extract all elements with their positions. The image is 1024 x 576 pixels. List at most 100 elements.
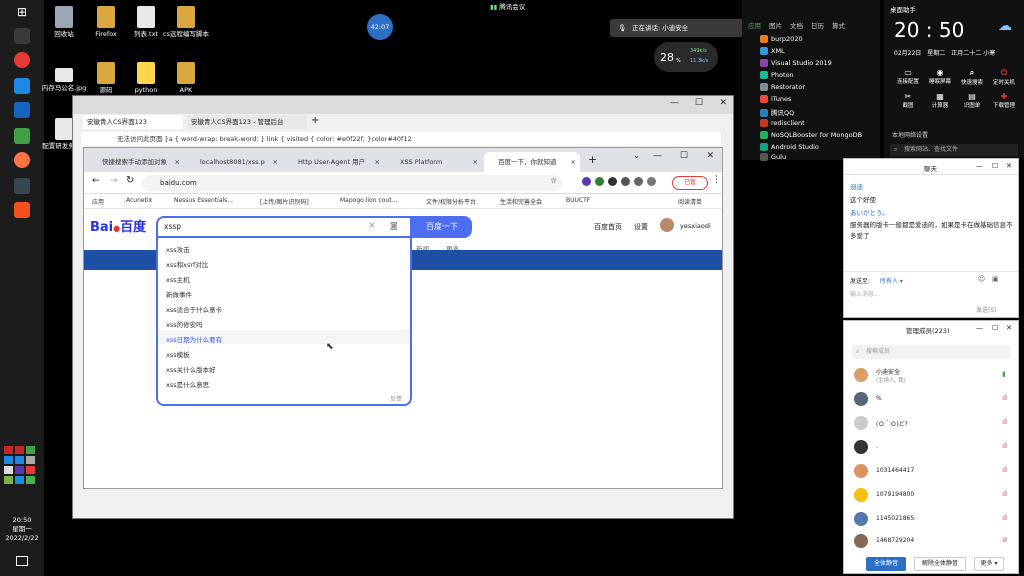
star-icon[interactable]: ☆ [550,176,557,185]
bookmark-buuctf[interactable]: BUUCTF [566,197,590,204]
send-button[interactable]: 发送(S) [976,305,997,314]
app-item-android-studio[interactable]: Android Studio [760,143,819,151]
outer-address-bar[interactable]: 无法访问此页面 }a { word-wrap: break-word; } li… [81,132,721,146]
tool-item[interactable]: ⌕ 快速搜索 [956,68,988,86]
search-input[interactable]: xssp [164,222,181,231]
suggestion-item[interactable]: xss主机 [166,274,190,284]
app-item-burp[interactable]: burp2020 [760,35,803,43]
chevron-down-icon[interactable]: ⌄ [633,151,640,160]
outer-maximize-icon[interactable]: ☐ [695,98,703,108]
minimize-icon[interactable]: — [653,151,662,161]
mic-muted-icon[interactable]: ⊘ [1002,514,1008,522]
outer-tab-1[interactable]: 安徽青人CS界面123 [83,115,183,129]
mute-all-button[interactable]: 全体静音 [866,557,906,571]
chat-input[interactable]: 输入消息... [850,289,1010,301]
chrome-icon[interactable] [14,52,30,68]
member-row[interactable]: 1468729204 ⊘ [854,531,1014,553]
tool-item[interactable]: ▭ 连接配置 [892,68,924,86]
more-button[interactable]: 更多 ▾ [974,557,1004,571]
outer-tab-2[interactable]: 安徽青人CS界面123 - 管理后台 [187,115,307,129]
tool-item[interactable]: ▤ 识图单 [956,92,988,109]
outer-minimize-icon[interactable]: — [670,98,679,108]
close-icon[interactable]: ✕ [706,151,714,161]
feedback-link[interactable]: 反馈 [390,394,402,403]
new-tab-icon[interactable]: + [311,115,319,126]
suggestion-item[interactable]: xss和xsrf对比 [166,259,208,269]
member-row[interactable]: 1079194800 ⊘ [854,485,1014,507]
tab-1[interactable]: 快捷搜索手动添加对象 × [88,152,184,172]
baidu-home-link[interactable]: 百度首页 [594,222,622,232]
mic-muted-icon[interactable]: ⊘ [1002,536,1008,544]
clear-icon[interactable]: × [368,221,376,231]
tab-close-icon[interactable]: × [571,152,576,172]
mic-muted-icon[interactable]: ⊘ [1002,418,1008,426]
tab-images[interactable]: 图片 [769,20,782,30]
bookmark-life[interactable]: 生活和完善全会 [500,197,542,206]
network-settings-link[interactable]: 本地网络设置 [892,130,928,139]
terminal-icon[interactable] [14,178,30,194]
weather-icon[interactable]: ☁ [998,18,1012,34]
tab-close-icon[interactable]: × [473,152,478,172]
maximize-icon[interactable]: ☐ [992,162,998,170]
tab-3[interactable]: Http User-Agent 用户 × [284,152,384,172]
member-row[interactable]: 小迪安全 (主持人, 我) ▮ [854,365,1014,387]
tool-item[interactable]: ⏻ 定时关机 [988,68,1020,86]
bookmark-upload[interactable]: [上传/图片识别码] [260,197,309,206]
bookmark-mapogo[interactable]: Mapogo lion cout... [340,197,397,204]
suggestion-item-hovered[interactable]: xss日期为什么要有 [166,334,222,344]
notification-icon[interactable] [16,556,28,566]
widget-search-input[interactable]: ⌕ 搜索网站、查找文件 [890,144,1018,156]
app-icon[interactable] [14,78,30,94]
member-row[interactable]: (Ｏ＾Ｏ)ど? ⊘ [854,413,1014,435]
office-icon[interactable] [14,202,30,218]
tab-calendar[interactable]: 日历 [811,20,824,30]
close-icon[interactable]: ✕ [1006,162,1012,170]
username[interactable]: yesxiaodi [680,222,711,230]
baidu-logo[interactable]: Bai●百度 [90,216,146,235]
tab-5-active[interactable]: 百度一下，你就知道 × [484,152,580,172]
minimize-icon[interactable]: — [976,162,983,170]
member-search-input[interactable]: ⌕ 搜索成员 [852,345,1010,359]
desktop-icon-cs-script[interactable]: cs远程编写脚本 [160,6,212,38]
mic-muted-icon[interactable]: ⊘ [1002,442,1008,450]
spreadsheet-icon[interactable] [14,128,30,144]
suggestion-item[interactable]: xss攻击 [166,244,190,254]
paused-sync-button[interactable]: 已暂 [672,176,708,190]
tool-item[interactable]: ✂ 截图 [892,92,924,109]
tab-formula[interactable]: 算式 [832,20,845,30]
member-row[interactable]: . ⊘ [854,437,1014,459]
outer-close-icon[interactable]: ✕ [719,98,727,108]
search-box[interactable]: xssp × ◙ [156,216,412,238]
app-item-gulu[interactable]: Gulu [760,153,786,161]
member-row[interactable]: % ⊘ [854,389,1014,411]
app-item-visual-studio[interactable]: Visual Studio 2019 [760,59,832,67]
avatar[interactable] [660,218,674,232]
back-icon[interactable]: ← [92,176,100,186]
tab-apps[interactable]: 应用 [748,20,761,30]
bookmark-acunetix[interactable]: Acunetix [126,197,152,204]
member-row[interactable]: 1145021865 ⊘ [854,509,1014,531]
app-item-itunes[interactable]: iTunes [760,95,791,103]
meeting-timer[interactable]: 42:07 [367,14,393,40]
app-item-restorator[interactable]: Restorator [760,83,805,91]
maximize-icon[interactable]: ☐ [992,324,998,332]
suggestion-item[interactable]: xss模板 [166,349,190,359]
close-icon[interactable]: ✕ [1006,324,1012,332]
suggestion-item[interactable]: xss的修安吗 [166,319,203,329]
forward-icon[interactable]: → [110,176,118,186]
bookmark-apps[interactable]: 应用 [92,197,104,206]
app-item-nosqlbooster[interactable]: NoSQLBooster for MongoDB [760,131,862,139]
suggestion-item[interactable]: 新做事件 [166,289,192,299]
app-item-redisclient[interactable]: redisclient [760,119,805,127]
tab-4[interactable]: XSS Platform × [386,152,482,172]
tab-docs[interactable]: 文档 [790,20,803,30]
meeting-icon[interactable] [14,102,30,118]
app-item-photon[interactable]: Photon [760,71,794,79]
bookmark-nessus[interactable]: Nessus Essentials... [174,197,233,204]
suggestion-item[interactable]: xss是什么意思 [166,379,209,389]
taskbar-clock[interactable]: 20:50 星期一 2022/2/22 [0,516,44,543]
app-item-qq[interactable]: 腾讯QQ [760,107,794,117]
mic-icon[interactable]: ▮ [1002,370,1006,378]
mic-muted-icon[interactable]: ⊘ [1002,490,1008,498]
member-row[interactable]: 1031464417 ⊘ [854,461,1014,483]
